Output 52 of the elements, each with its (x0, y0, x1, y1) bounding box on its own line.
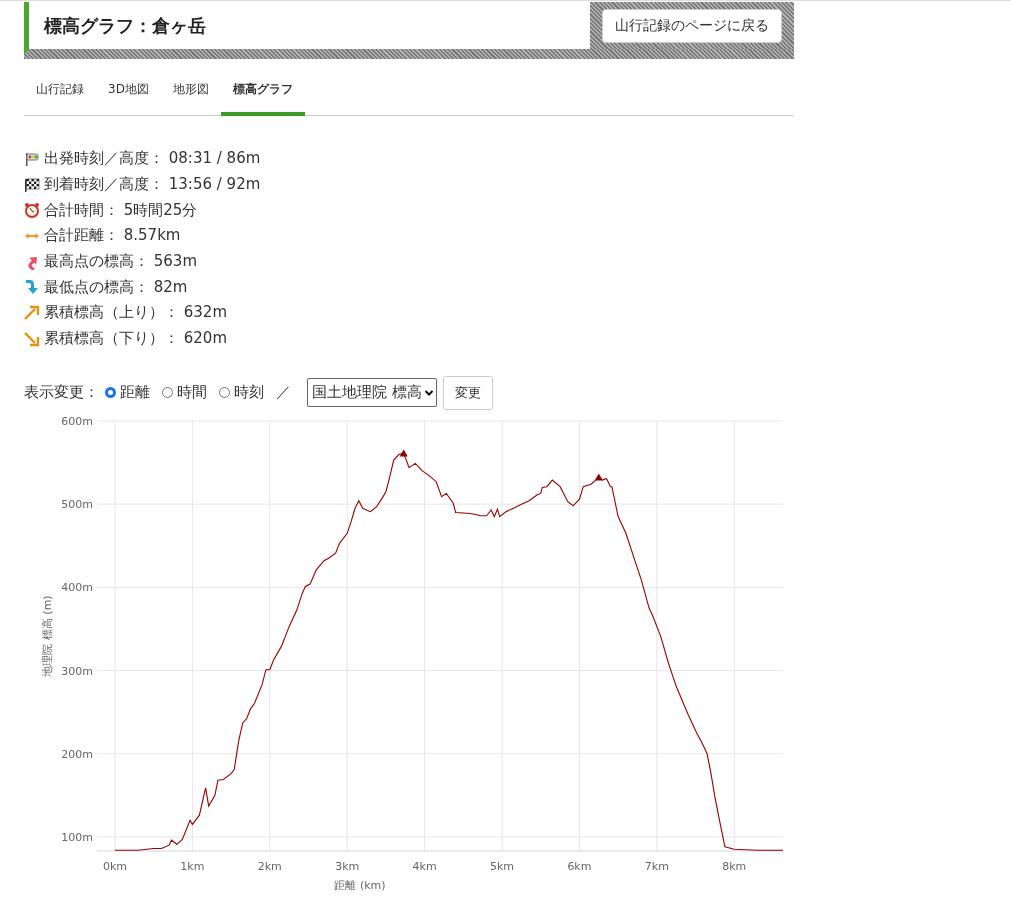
x-tick-label: 2km (257, 859, 282, 873)
y-axis-title: 地理院 標高 (m) (41, 594, 54, 677)
y-tick-label: 300m (61, 664, 93, 677)
peak-marker-icon (399, 448, 408, 456)
summary-text: 出発時刻／高度： 08:31 / 86m (44, 149, 261, 169)
x-tick-label: 4km (412, 859, 437, 873)
radio-option[interactable]: 時刻 (219, 383, 264, 402)
y-tick-label: 600m (61, 414, 93, 428)
x-tick-label: 5km (490, 859, 515, 873)
radio-label: 時刻 (234, 383, 264, 402)
radio-icon[interactable] (105, 387, 116, 398)
summary-text: 最高点の標高： 563m (44, 252, 197, 272)
summary-text: 最低点の標高： 82m (44, 277, 188, 297)
radio-label: 距離 (120, 383, 150, 402)
apply-button[interactable]: 変更 (442, 375, 493, 410)
radio-icon[interactable] (162, 387, 173, 398)
display-label: 表示変更： (24, 383, 99, 402)
back-button[interactable]: 山行記録のページに戻る (602, 8, 782, 43)
radio-icon[interactable] (219, 387, 230, 398)
tab[interactable]: 地形図 (160, 71, 221, 116)
x-tick-label: 6km (567, 859, 592, 873)
diagonal-up-arrow-icon (24, 304, 40, 321)
x-tick-label: 3km (335, 859, 360, 873)
signal-flag-icon (24, 150, 40, 167)
alarm-clock-icon (24, 202, 40, 219)
summary-text: 合計距離： 8.57km (44, 226, 181, 246)
radio-option[interactable]: 時間 (162, 383, 207, 402)
x-tick-label: 8km (722, 859, 747, 873)
summary-text: 累積標高（下り）： 620m (44, 329, 227, 349)
source-select[interactable]: 国土地理院 標高 (307, 378, 437, 407)
x-tick-label: 7km (644, 859, 669, 873)
x-tick-label: 0km (102, 859, 128, 873)
summary-text: 累積標高（上り）： 632m (44, 303, 227, 323)
radio-option[interactable]: 距離 (105, 383, 150, 402)
summary-text: 合計時間： 5時間25分 (44, 200, 198, 220)
page-title: 標高グラフ：倉ヶ岳 (44, 13, 206, 38)
y-tick-label: 400m (61, 580, 93, 594)
y-tick-label: 200m (61, 747, 93, 761)
x-axis-title: 距離 (km) (334, 878, 386, 892)
x-tick-label: 1km (180, 859, 205, 873)
checkered-flag-icon (24, 176, 40, 193)
peak-marker-icon (594, 473, 603, 481)
tab[interactable]: 山行記録 (24, 71, 96, 116)
curved-down-arrow-icon (24, 279, 40, 296)
summary-text: 到着時刻／高度： 13:56 / 92m (44, 175, 261, 195)
tab[interactable]: 3D地図 (96, 71, 161, 116)
radio-label: 時間 (177, 383, 207, 402)
diagonal-down-arrow-icon (24, 330, 40, 347)
y-tick-label: 500m (61, 497, 93, 511)
separator-text: ／ (276, 383, 291, 402)
tab[interactable]: 標高グラフ (220, 71, 305, 116)
y-tick-label: 100m (61, 830, 93, 844)
